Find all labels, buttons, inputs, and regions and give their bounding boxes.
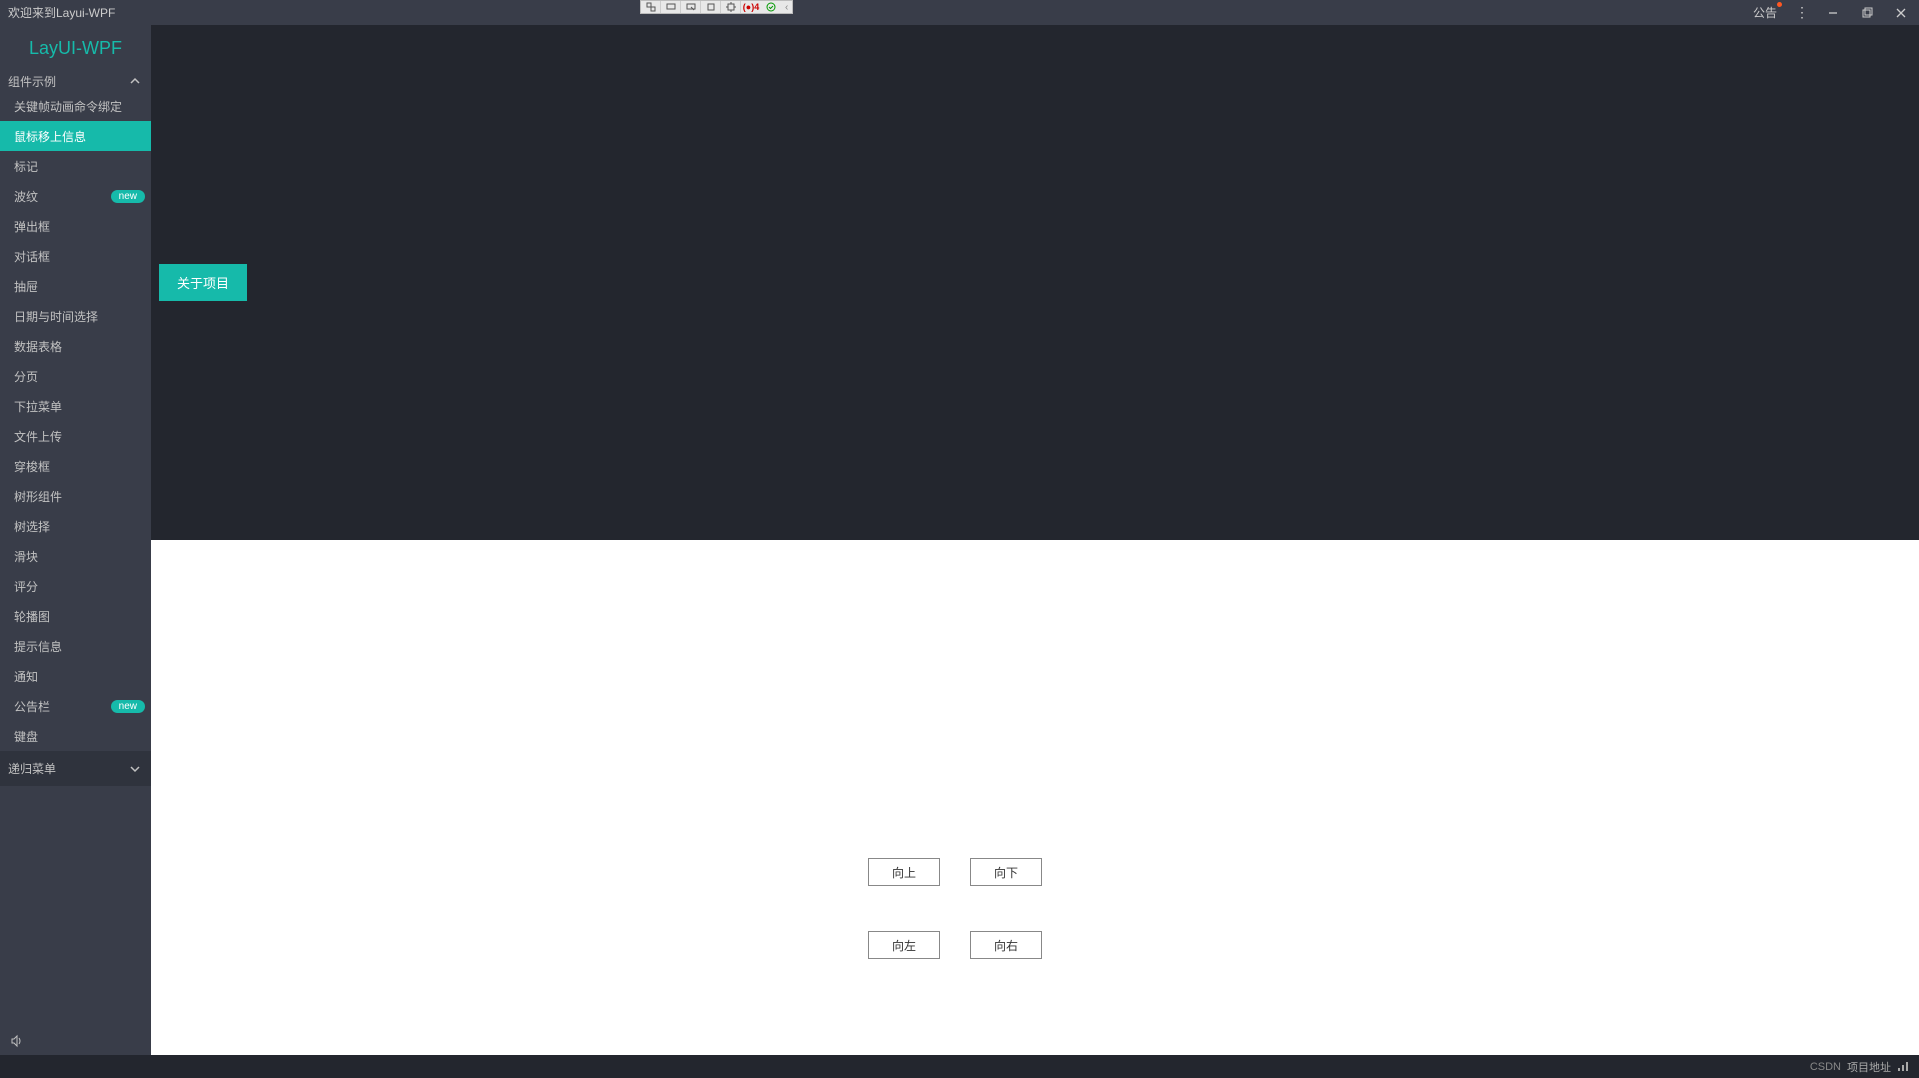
sidebar: LayUI-WPF 组件示例 关键帧动画命令绑定 鼠标移上信息 标记 波纹 new… (0, 25, 151, 1055)
sidebar-item-datagrid[interactable]: 数据表格 (0, 331, 151, 361)
sidebar-item-label: 公告栏 (14, 698, 50, 715)
maximize-icon[interactable] (1861, 7, 1877, 19)
sidebar-item-tip[interactable]: 提示信息 (0, 631, 151, 661)
sidebar-item-treeselect[interactable]: 树选择 (0, 511, 151, 541)
sidebar-item-label: 穿梭框 (14, 458, 50, 475)
sidebar-item-rate[interactable]: 评分 (0, 571, 151, 601)
sidebar-item-label: 日期与时间选择 (14, 308, 98, 325)
sidebar-item-dropdown[interactable]: 下拉菜单 (0, 391, 151, 421)
sidebar-item-notify[interactable]: 通知 (0, 661, 151, 691)
sidebar-item-upload[interactable]: 文件上传 (0, 421, 151, 451)
about-project-button[interactable]: 关于项目 (159, 264, 247, 301)
chevron-up-icon (129, 75, 141, 87)
sidebar-item-transfer[interactable]: 穿梭框 (0, 451, 151, 481)
new-badge: new (111, 190, 145, 203)
sidebar-item-label: 下拉菜单 (14, 398, 62, 415)
sidebar-item-label: 波纹 (14, 188, 38, 205)
sidebar-item-label: 标记 (14, 158, 38, 175)
sidebar-item-datetime[interactable]: 日期与时间选择 (0, 301, 151, 331)
sidebar-item-carousel[interactable]: 轮播图 (0, 601, 151, 631)
close-icon[interactable] (1895, 7, 1911, 19)
sidebar-item-label: 鼠标移上信息 (14, 128, 86, 145)
sidebar-item-label: 树选择 (14, 518, 50, 535)
signal-icon (1897, 1062, 1909, 1072)
csdn-watermark: CSDN (1810, 1061, 1841, 1073)
sidebar-item-label: 弹出框 (14, 218, 50, 235)
sidebar-item-ripple[interactable]: 波纹 new (0, 181, 151, 211)
sidebar-group-label: 组件示例 (8, 73, 56, 90)
sidebar-item-popup[interactable]: 弹出框 (0, 211, 151, 241)
window-title: 欢迎来到Layui-WPF (0, 4, 115, 21)
down-button[interactable]: 向下 (970, 858, 1042, 886)
sidebar-item-slider[interactable]: 滑块 (0, 541, 151, 571)
sidebar-item-label: 对话框 (14, 248, 50, 265)
sidebar-item-tree[interactable]: 树形组件 (0, 481, 151, 511)
project-link[interactable]: 项目地址 (1847, 1059, 1891, 1075)
sidebar-item-label: 树形组件 (14, 488, 62, 505)
header-bar: 关于项目 (151, 25, 1919, 540)
sidebar-item-label: 轮播图 (14, 608, 50, 625)
sidebar-group-recursive-menu[interactable]: 递归菜单 (0, 751, 151, 786)
debug-tree-icon[interactable] (641, 1, 661, 13)
sidebar-item-badge[interactable]: 标记 (0, 151, 151, 181)
debug-ok-icon[interactable] (761, 1, 781, 13)
titlebar: 欢迎来到Layui-WPF (●)4 ‹ 公告 ⋮ (0, 0, 1919, 25)
debug-screen-icon[interactable] (661, 1, 681, 13)
chevron-down-icon (129, 763, 141, 775)
sidebar-item-label: 键盘 (14, 728, 38, 745)
sidebar-item-label: 关键帧动画命令绑定 (14, 98, 122, 115)
footer-bar: CSDN 项目地址 (0, 1055, 1919, 1078)
sidebar-item-dialog[interactable]: 对话框 (0, 241, 151, 271)
sidebar-item-bulletin[interactable]: 公告栏 new (0, 691, 151, 721)
sidebar-item-drawer[interactable]: 抽屉 (0, 271, 151, 301)
minimize-icon[interactable] (1827, 7, 1843, 19)
right-button[interactable]: 向右 (970, 931, 1042, 959)
debug-target-icon[interactable] (721, 1, 741, 13)
left-button[interactable]: 向左 (868, 931, 940, 959)
sidebar-group-label: 递归菜单 (8, 760, 56, 777)
sidebar-item-label: 数据表格 (14, 338, 62, 355)
sound-icon[interactable] (0, 1027, 151, 1055)
brand-row: LayUI-WPF (0, 25, 151, 71)
announce-link[interactable]: 公告 (1753, 4, 1777, 21)
debug-error-count[interactable]: (●)4 (741, 1, 761, 13)
up-button[interactable]: 向上 (868, 858, 940, 886)
content-area: 向上 向下 向左 向右 (151, 540, 1919, 1055)
sidebar-item-label: 分页 (14, 368, 38, 385)
sidebar-item-hover-info[interactable]: 鼠标移上信息 (0, 121, 151, 151)
sidebar-item-keyboard[interactable]: 键盘 (0, 721, 151, 751)
sidebar-item-label: 抽屉 (14, 278, 38, 295)
sidebar-item-label: 文件上传 (14, 428, 62, 445)
debug-collapse-icon[interactable]: ‹ (781, 2, 792, 13)
sidebar-item-label: 通知 (14, 668, 38, 685)
sidebar-menu: 组件示例 关键帧动画命令绑定 鼠标移上信息 标记 波纹 new 弹出框 对话框 抽… (0, 71, 151, 1027)
brand-logo: LayUI-WPF (29, 38, 122, 59)
sidebar-group-components[interactable]: 组件示例 (0, 71, 151, 91)
sidebar-item-pagination[interactable]: 分页 (0, 361, 151, 391)
debug-toolbar: (●)4 ‹ (640, 0, 793, 14)
sidebar-item-label: 滑块 (14, 548, 38, 565)
more-menu-icon[interactable]: ⋮ (1795, 4, 1809, 21)
sidebar-item-keyframe[interactable]: 关键帧动画命令绑定 (0, 91, 151, 121)
debug-select-icon[interactable] (681, 1, 701, 13)
debug-box-icon[interactable] (701, 1, 721, 13)
sidebar-item-label: 提示信息 (14, 638, 62, 655)
sidebar-item-label: 评分 (14, 578, 38, 595)
new-badge: new (111, 700, 145, 713)
